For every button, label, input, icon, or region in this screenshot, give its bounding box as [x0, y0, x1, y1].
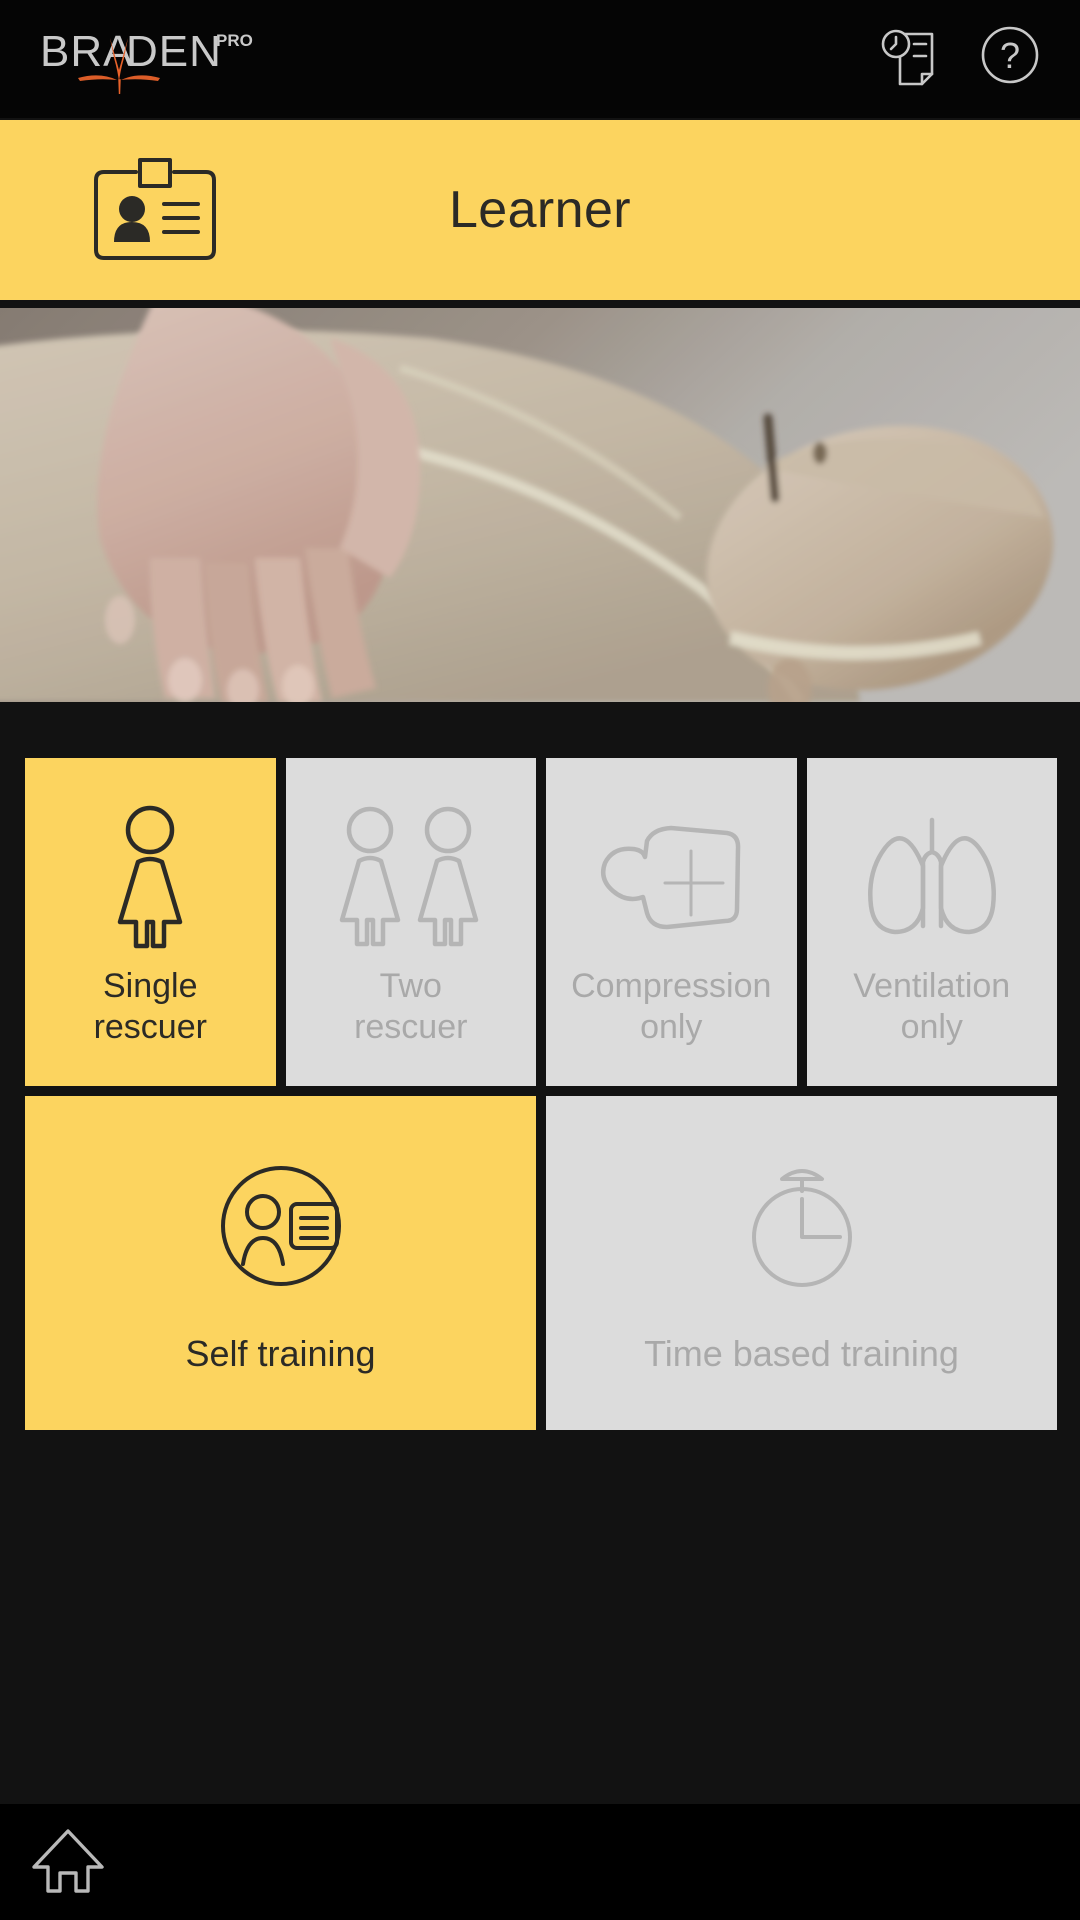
- mode-tile-label: Two rescuer: [354, 967, 468, 1047]
- app-root: BRA DEN PRO ? Learner Single rescuer Two…: [0, 0, 1080, 1920]
- svg-text:?: ?: [1000, 35, 1020, 76]
- mode-tile-single-rescuer[interactable]: Single rescuer: [25, 758, 276, 1086]
- brayden-pro-logo: BRA DEN PRO: [40, 20, 320, 98]
- training-tile-label: Time based training: [644, 1333, 959, 1374]
- learner-header-bar[interactable]: Learner: [0, 120, 1080, 300]
- lungs-icon: [857, 802, 1007, 952]
- training-tile-self-training[interactable]: Self training: [25, 1096, 536, 1430]
- mode-tile-compression-only[interactable]: Compression only: [546, 758, 797, 1086]
- single-person-icon: [104, 802, 196, 952]
- cpr-training-video[interactable]: [0, 308, 1080, 702]
- mode-tile-label: Single rescuer: [93, 967, 207, 1047]
- training-tile-time-based-training[interactable]: Time based training: [546, 1096, 1057, 1430]
- two-persons-icon: [336, 802, 486, 952]
- svg-text:DEN: DEN: [126, 27, 222, 76]
- mode-tile-label: Ventilation only: [853, 967, 1011, 1047]
- training-tile-label: Self training: [185, 1333, 376, 1374]
- chest-compression-icon: [587, 802, 755, 952]
- mode-tile-ventilation-only[interactable]: Ventilation only: [806, 758, 1057, 1086]
- stopwatch-icon: [740, 1146, 864, 1306]
- mode-tile-label: Compression only: [571, 967, 772, 1047]
- bottom-navigation-bar: [0, 1804, 1080, 1920]
- top-app-bar: BRA DEN PRO ?: [0, 0, 1080, 118]
- rescuer-mode-grid: Single rescuer Two rescuer Compression o…: [25, 758, 1057, 1086]
- self-training-icon: [217, 1146, 345, 1306]
- topbar-actions: ?: [880, 22, 1042, 88]
- help-icon[interactable]: ?: [978, 23, 1042, 87]
- mode-tile-two-rescuer[interactable]: Two rescuer: [285, 758, 536, 1086]
- id-badge-icon: [92, 156, 218, 269]
- training-type-grid: Self training Time based training: [25, 1096, 1057, 1430]
- session-history-icon[interactable]: [880, 22, 944, 88]
- svg-text:PRO: PRO: [216, 31, 253, 50]
- home-icon[interactable]: [30, 1825, 106, 1900]
